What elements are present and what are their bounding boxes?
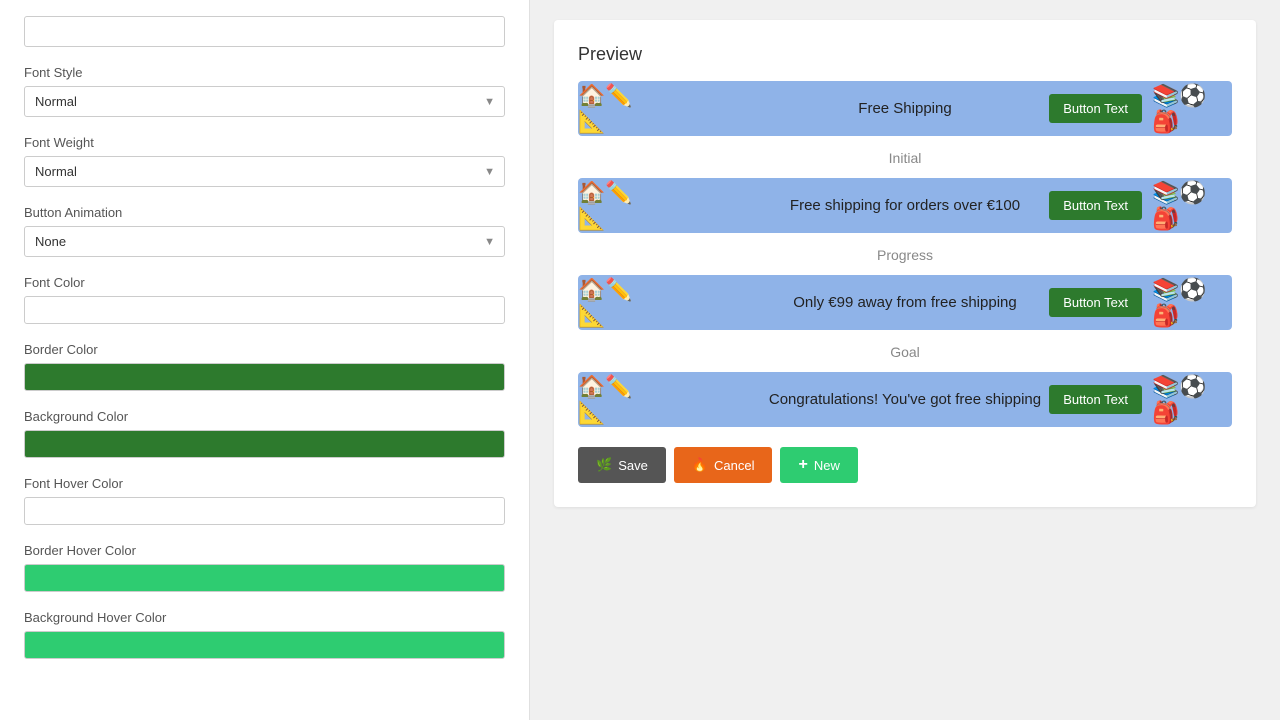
background-color-group: Background Color [24,409,505,458]
banner-3-container: 🏠✏️📐 Only €99 away from free shipping Bu… [578,275,1232,330]
banner-4-container: 🏠✏️📐 Congratulations! You've got free sh… [578,372,1232,427]
new-icon [798,456,807,474]
preview-title: Preview [578,44,1232,65]
cancel-label: Cancel [714,458,754,473]
font-style-label: Font Style [24,65,505,80]
banner-4-label: Goal [578,344,1232,360]
font-size-input[interactable]: 12px [24,16,505,47]
background-color-swatch[interactable] [24,430,505,458]
banner-1-container: 🏠✏️📐 Free Shipping Button Text 📚⚽🎒 [578,81,1232,136]
preview-card: Preview 🏠✏️📐 Free Shipping Button Text 📚… [554,20,1256,507]
font-hover-color-group: Font Hover Color [24,476,505,525]
font-color-label: Font Color [24,275,505,290]
banner-1-deco-right: 📚⚽🎒 [1152,81,1232,136]
font-size-group: 12px [24,16,505,47]
banner-1: 🏠✏️📐 Free Shipping Button Text 📚⚽🎒 [578,81,1232,136]
font-style-select[interactable]: Normal Italic Oblique [24,86,505,117]
banner-2-label: Initial [578,150,1232,166]
left-panel: 12px Font Style Normal Italic Oblique ▼ … [0,0,530,720]
border-hover-color-group: Border Hover Color [24,543,505,592]
save-icon [596,457,612,473]
banner-1-button[interactable]: Button Text [1049,94,1142,123]
right-panel: Preview 🏠✏️📐 Free Shipping Button Text 📚… [530,0,1280,720]
banner-3-deco-right: 📚⚽🎒 [1152,275,1232,330]
banner-2: Initial 🏠✏️📐 Free shipping for orders ov… [578,150,1232,233]
banner-4: Goal 🏠✏️📐 Congratulations! You've got fr… [578,344,1232,427]
background-hover-color-label: Background Hover Color [24,610,505,625]
button-animation-label: Button Animation [24,205,505,220]
button-animation-select-wrapper: None Pulse Shake Bounce ▼ [24,226,505,257]
banner-2-button[interactable]: Button Text [1049,191,1142,220]
font-weight-select[interactable]: Normal Bold Bolder Lighter [24,156,505,187]
banner-2-container: 🏠✏️📐 Free shipping for orders over €100 … [578,178,1232,233]
save-label: Save [618,458,648,473]
button-animation-select[interactable]: None Pulse Shake Bounce [24,226,505,257]
font-hover-color-swatch[interactable] [24,497,505,525]
font-style-group: Font Style Normal Italic Oblique ▼ [24,65,505,117]
font-weight-group: Font Weight Normal Bold Bolder Lighter ▼ [24,135,505,187]
new-label: New [814,458,840,473]
cancel-icon [692,457,708,473]
banner-2-deco-right: 📚⚽🎒 [1152,178,1232,233]
action-bar: Save Cancel New [578,447,1232,483]
cancel-button[interactable]: Cancel [674,447,773,483]
border-color-swatch[interactable] [24,363,505,391]
font-hover-color-label: Font Hover Color [24,476,505,491]
new-button[interactable]: New [780,447,857,483]
banner-4-deco-right: 📚⚽🎒 [1152,372,1232,427]
font-weight-select-wrapper: Normal Bold Bolder Lighter ▼ [24,156,505,187]
font-style-select-wrapper: Normal Italic Oblique ▼ [24,86,505,117]
banner-3-button[interactable]: Button Text [1049,288,1142,317]
save-button[interactable]: Save [578,447,666,483]
font-color-group: Font Color [24,275,505,324]
button-animation-group: Button Animation None Pulse Shake Bounce… [24,205,505,257]
banner-2-deco-left: 🏠✏️📐 [578,178,658,233]
banner-3-deco-left: 🏠✏️📐 [578,275,658,330]
banner-4-button[interactable]: Button Text [1049,385,1142,414]
font-color-swatch[interactable] [24,296,505,324]
font-weight-label: Font Weight [24,135,505,150]
border-color-label: Border Color [24,342,505,357]
banner-4-deco-left: 🏠✏️📐 [578,372,658,427]
banner-3-label: Progress [578,247,1232,263]
border-color-group: Border Color [24,342,505,391]
border-hover-color-swatch[interactable] [24,564,505,592]
banner-3: Progress 🏠✏️📐 Only €99 away from free sh… [578,247,1232,330]
banner-1-deco-left: 🏠✏️📐 [578,81,658,136]
background-color-label: Background Color [24,409,505,424]
background-hover-color-group: Background Hover Color [24,610,505,659]
border-hover-color-label: Border Hover Color [24,543,505,558]
background-hover-color-swatch[interactable] [24,631,505,659]
